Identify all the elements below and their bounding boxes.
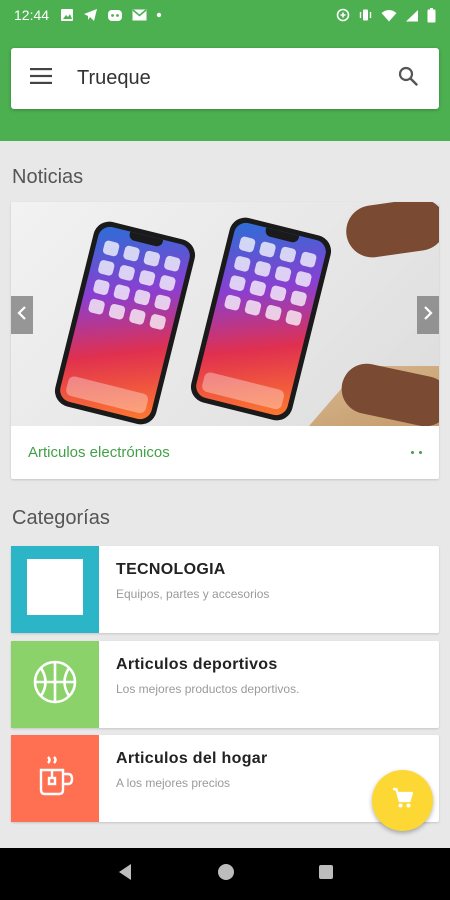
carousel-indicator xyxy=(411,451,422,454)
search-icon xyxy=(398,66,418,91)
news-caption: Articulos electrónicos xyxy=(28,444,170,461)
status-time: 12:44 xyxy=(14,7,50,23)
menu-icon xyxy=(30,68,52,89)
app-title: Trueque xyxy=(77,67,151,89)
news-heading: Noticias xyxy=(12,166,84,188)
telegram-icon xyxy=(83,8,98,22)
category-thumbnail xyxy=(11,641,99,728)
wifi-icon xyxy=(381,9,397,22)
news-image xyxy=(11,202,439,426)
status-bar: 12:44 xyxy=(0,0,450,30)
back-icon[interactable] xyxy=(116,863,134,886)
category-subtitle: Los mejores productos deportivos. xyxy=(116,682,300,696)
news-card[interactable]: Articulos electrónicos xyxy=(11,202,439,479)
image-icon xyxy=(60,8,74,22)
blank-square-icon xyxy=(27,559,83,620)
category-thumbnail xyxy=(11,546,99,633)
data-saver-icon xyxy=(336,8,350,22)
menu-button[interactable] xyxy=(11,48,71,109)
carousel-prev-button[interactable] xyxy=(11,296,33,334)
cart-button[interactable] xyxy=(372,770,433,831)
hand-image xyxy=(342,202,439,261)
battery-icon xyxy=(427,7,436,23)
gmail-icon xyxy=(132,9,147,21)
categories-heading: Categorías xyxy=(12,507,110,529)
category-title: Articulos deportivos xyxy=(116,656,278,673)
category-card-tecnologia[interactable]: TECNOLOGIA Equipos, partes y accesorios xyxy=(11,546,439,633)
search-button[interactable] xyxy=(377,48,439,109)
chevron-left-icon xyxy=(17,305,27,325)
chevron-right-icon xyxy=(423,305,433,325)
category-subtitle: Equipos, partes y accesorios xyxy=(116,587,270,601)
vibrate-icon xyxy=(358,8,373,22)
category-title: TECNOLOGIA xyxy=(116,561,226,578)
dot-icon xyxy=(156,12,162,18)
recents-icon[interactable] xyxy=(318,864,334,885)
phone-image xyxy=(51,218,199,426)
mug-icon xyxy=(32,753,78,804)
basketball-icon xyxy=(32,659,78,710)
search-bar[interactable]: Trueque xyxy=(11,48,439,109)
category-thumbnail xyxy=(11,735,99,822)
category-subtitle: A los mejores precios xyxy=(116,776,231,790)
cart-icon xyxy=(392,787,414,814)
phone-image xyxy=(187,214,335,424)
category-title: Articulos del hogar xyxy=(116,750,268,767)
home-icon[interactable] xyxy=(216,862,236,887)
carousel-next-button[interactable] xyxy=(417,296,439,334)
navigation-bar xyxy=(0,848,450,900)
signal-icon xyxy=(405,9,419,22)
category-card-deportivos[interactable]: Articulos deportivos Los mejores product… xyxy=(11,641,439,728)
discord-icon xyxy=(107,9,123,22)
